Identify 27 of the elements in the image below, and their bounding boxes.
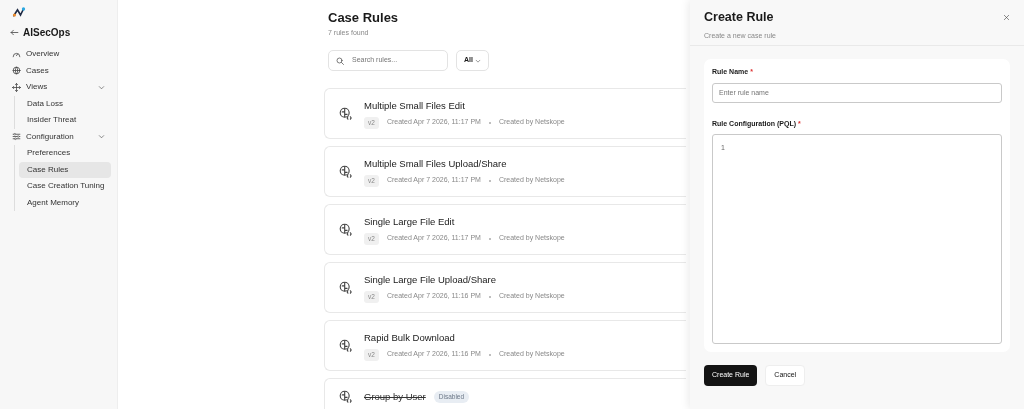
chevron-down-icon bbox=[474, 57, 481, 64]
sidebar-item[interactable]: Cases bbox=[10, 62, 107, 80]
rule-title: Multiple Small Files Edit bbox=[364, 98, 465, 113]
sidebar-item[interactable]: Insider Threat bbox=[19, 112, 111, 129]
globe-icon bbox=[12, 66, 21, 76]
move-arrows-icon bbox=[12, 82, 21, 92]
panel-title: Create Rule bbox=[704, 10, 775, 25]
sidebar-item[interactable]: Data Loss bbox=[19, 95, 111, 113]
back-arrow-icon bbox=[10, 28, 19, 38]
rule-title: Single Large File Upload/Share bbox=[364, 272, 497, 287]
page-title: Case Rules bbox=[328, 10, 400, 26]
rule-title: Group by User bbox=[364, 390, 426, 405]
sidebar-item[interactable]: Case Rules bbox=[19, 161, 111, 179]
app-name[interactable]: AISecOps bbox=[23, 25, 71, 41]
close-icon[interactable] bbox=[1003, 14, 1010, 21]
sidebar-item[interactable]: Views bbox=[10, 79, 107, 96]
rule-title: Multiple Small Files Upload/Share bbox=[364, 156, 507, 171]
sidebar-item[interactable]: Preferences bbox=[19, 145, 111, 162]
search-icon bbox=[336, 56, 344, 65]
rule-title: Rapid Bulk Download bbox=[364, 330, 455, 345]
sidebar-item[interactable]: Agent Memory bbox=[19, 194, 111, 212]
sidebar-item[interactable]: Case Creation Tuning bbox=[19, 178, 111, 195]
sliders-icon bbox=[12, 132, 21, 142]
rule-title: Single Large File Edit bbox=[364, 214, 455, 229]
sidebar-item[interactable]: Configuration bbox=[10, 128, 107, 146]
logo-icon bbox=[10, 6, 28, 18]
sidebar-item[interactable]: Overview bbox=[10, 46, 107, 63]
